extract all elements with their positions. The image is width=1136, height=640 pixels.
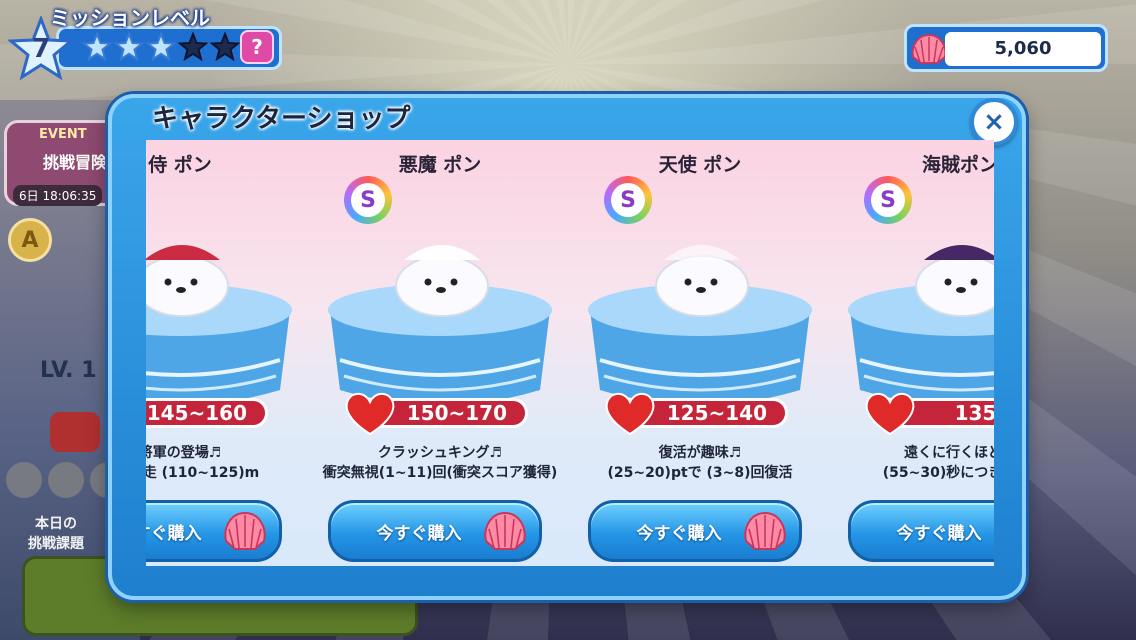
- seal-character-icon: [146, 245, 229, 317]
- help-button[interactable]: ?: [240, 30, 274, 64]
- buy-now-label: 今すぐ購入: [146, 524, 202, 544]
- grade-badge: A: [8, 218, 52, 262]
- rank-badge-icon: S: [604, 176, 652, 224]
- character-name: 侍 ポン: [148, 154, 212, 176]
- hp-range: 145~160: [146, 398, 268, 428]
- skill-name: 遠くに行くほど貝: [904, 445, 994, 461]
- heart-icon: [865, 392, 915, 436]
- skill-name: クラッシュキング♬: [377, 445, 503, 461]
- shell-icon: [744, 511, 786, 550]
- clover-icon: [48, 462, 84, 498]
- rank-badge-icon: S: [864, 176, 912, 224]
- character-card[interactable]: 悪魔 ポン S 150~170 クラッシュキング♬ 衝突無視(1~11)回(衝突スコア獲…: [320, 140, 560, 566]
- event-banner[interactable]: EVENT 挑戦冒険 6日 18:06:35: [4, 120, 124, 206]
- skill-name: 将軍の登場♬: [146, 445, 222, 461]
- modal-title: キャラクターショップ: [152, 104, 411, 134]
- seal-character-icon: [655, 245, 749, 317]
- character-card[interactable]: 侍 ポン 145~160 将軍の登場♬ 飛行疾走 (110~125)m 今すぐ購入: [146, 140, 300, 566]
- heart-icon: [50, 412, 100, 452]
- shell-icon: [224, 511, 266, 550]
- character-name: 天使 ポン: [658, 154, 742, 176]
- buy-now-button[interactable]: 今すぐ購入: [588, 500, 802, 562]
- heart-icon: [605, 392, 655, 436]
- buy-now-label: 今すぐ購入: [376, 524, 462, 544]
- rank-badge-icon: S: [344, 176, 392, 224]
- character-card[interactable]: 海賊ポンS135~1遠くに行くほど貝(55~30)秒につき貝 (1今すぐ購入: [840, 140, 994, 566]
- rank-badge-label: S: [871, 183, 905, 217]
- buy-now-button[interactable]: 今すぐ購入: [146, 500, 282, 562]
- character-name: 海賊ポン: [921, 154, 994, 176]
- star-filled-icon: [146, 32, 176, 62]
- close-button[interactable]: ×: [970, 98, 1018, 146]
- event-timer: 6日 18:06:35: [13, 185, 103, 206]
- skill-description: 衝突無視(1~11)回(衝突スコア獲得): [322, 465, 558, 481]
- star-empty-icon: [178, 32, 208, 62]
- daily-challenge-label[interactable]: 本日の 挑戦課題: [28, 514, 84, 554]
- character-card[interactable]: 天使 ポン S 125~140 復活が趣味♬ (25~20)ptで (3~8)回復活 今す…: [580, 140, 820, 566]
- shell-icon: [484, 511, 526, 550]
- mission-level-number: 7: [31, 34, 51, 64]
- star-filled-icon: [114, 32, 144, 62]
- buy-now-button[interactable]: 今すぐ購入: [848, 500, 994, 562]
- skill-name: 復活が趣味♬: [658, 445, 742, 461]
- buy-now-label: 今すぐ購入: [896, 524, 982, 544]
- skill-description: 飛行疾走 (110~125)m: [146, 465, 260, 481]
- level-star-icon: 7: [7, 14, 75, 82]
- character-name: 悪魔 ポン: [398, 154, 482, 176]
- seal-character-icon: [395, 245, 489, 317]
- skill-description: (25~20)ptで (3~8)回復活: [607, 465, 793, 481]
- star-filled-icon: [82, 32, 112, 62]
- rank-badge-label: S: [351, 183, 385, 217]
- shell-icon: [911, 33, 947, 64]
- skill-description: (55~30)秒につき貝 (1: [882, 465, 994, 481]
- event-title: 挑戦冒険: [43, 153, 108, 172]
- currency-amount: 5,060: [945, 32, 1101, 66]
- daily-line-2: 挑戦課題: [28, 536, 84, 552]
- daily-line-1: 本日の: [35, 516, 77, 532]
- player-level: LV. 1: [40, 358, 97, 383]
- mission-level-label: ミッションレベル: [50, 6, 210, 30]
- mission-stars: [82, 32, 240, 62]
- rank-badge-label: S: [611, 183, 645, 217]
- clover-icon: [6, 462, 42, 498]
- heart-icon: [345, 392, 395, 436]
- star-empty-icon: [210, 32, 240, 62]
- buy-now-button[interactable]: 今すぐ購入: [328, 500, 542, 562]
- shell-currency[interactable]: 5,060: [904, 24, 1108, 72]
- character-carousel[interactable]: 侍 ポン 145~160 将軍の登場♬ 飛行疾走 (110~125)m 今すぐ購入 悪魔 …: [146, 140, 994, 566]
- buy-now-label: 今すぐ購入: [636, 524, 722, 544]
- seal-character-icon: [915, 245, 994, 317]
- event-label: EVENT: [39, 127, 87, 142]
